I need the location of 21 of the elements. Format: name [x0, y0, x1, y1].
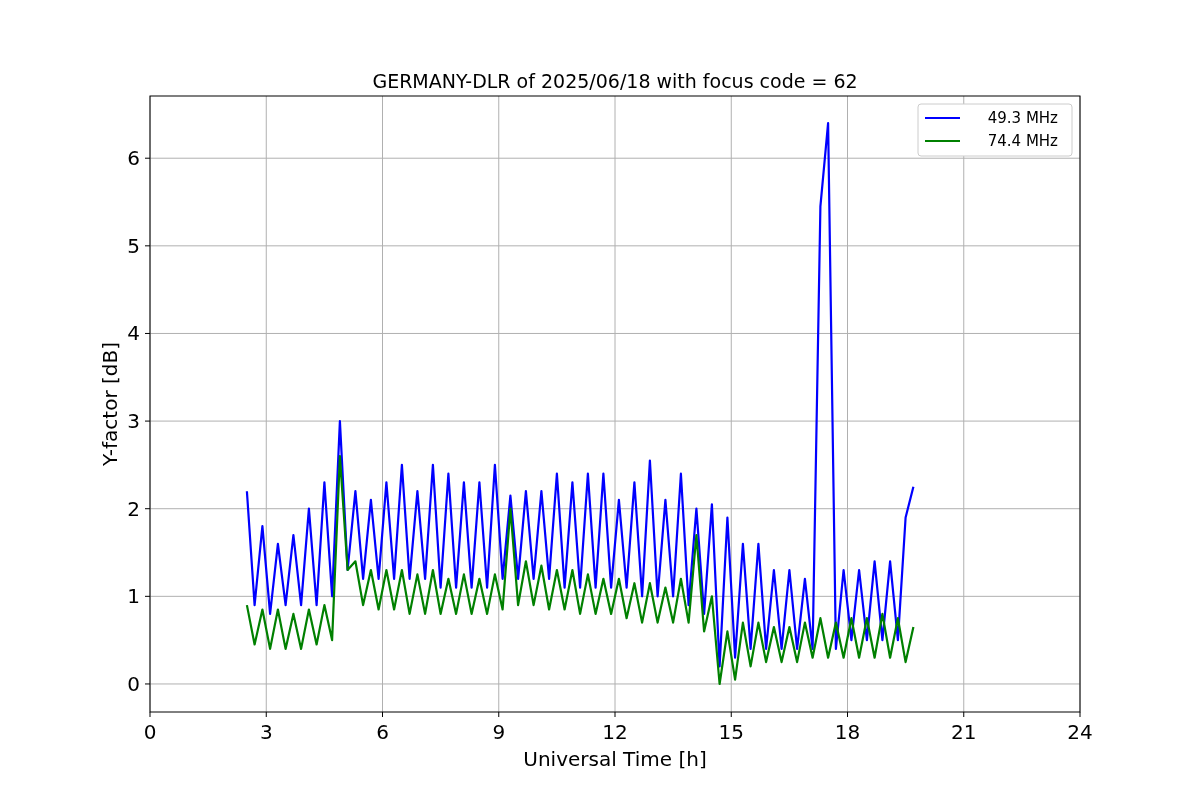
x-tick-label: 3: [259, 720, 273, 744]
y-tick-label: 0: [127, 671, 140, 696]
y-tick-label: 6: [127, 146, 140, 171]
x-tick-label: 21: [951, 720, 977, 744]
x-tick-label: 9: [492, 720, 506, 744]
x-tick-label: 24: [1067, 720, 1093, 744]
x-tick-label: 18: [834, 720, 861, 744]
x-axis-label: Universal Time [h]: [523, 747, 707, 771]
y-tick-label: 4: [127, 321, 140, 346]
x-tick-label: 12: [602, 720, 628, 744]
y-tick-label: 1: [127, 584, 140, 609]
y-axis-label: Y-factor [dB]: [98, 342, 122, 466]
legend-label: 74.4 MHz: [987, 132, 1058, 150]
y-tick-label: 3: [127, 409, 140, 434]
chart-title: GERMANY-DLR of 2025/06/18 with focus code = 62: [372, 70, 858, 92]
x-tick-label: 6: [376, 720, 389, 744]
x-tick-label: 15: [718, 720, 744, 744]
y-tick-label: 5: [127, 233, 140, 258]
legend-label: 49.3 MHz: [987, 109, 1058, 127]
x-tick-label: 0: [143, 720, 157, 744]
y-tick-label: 2: [127, 496, 140, 521]
